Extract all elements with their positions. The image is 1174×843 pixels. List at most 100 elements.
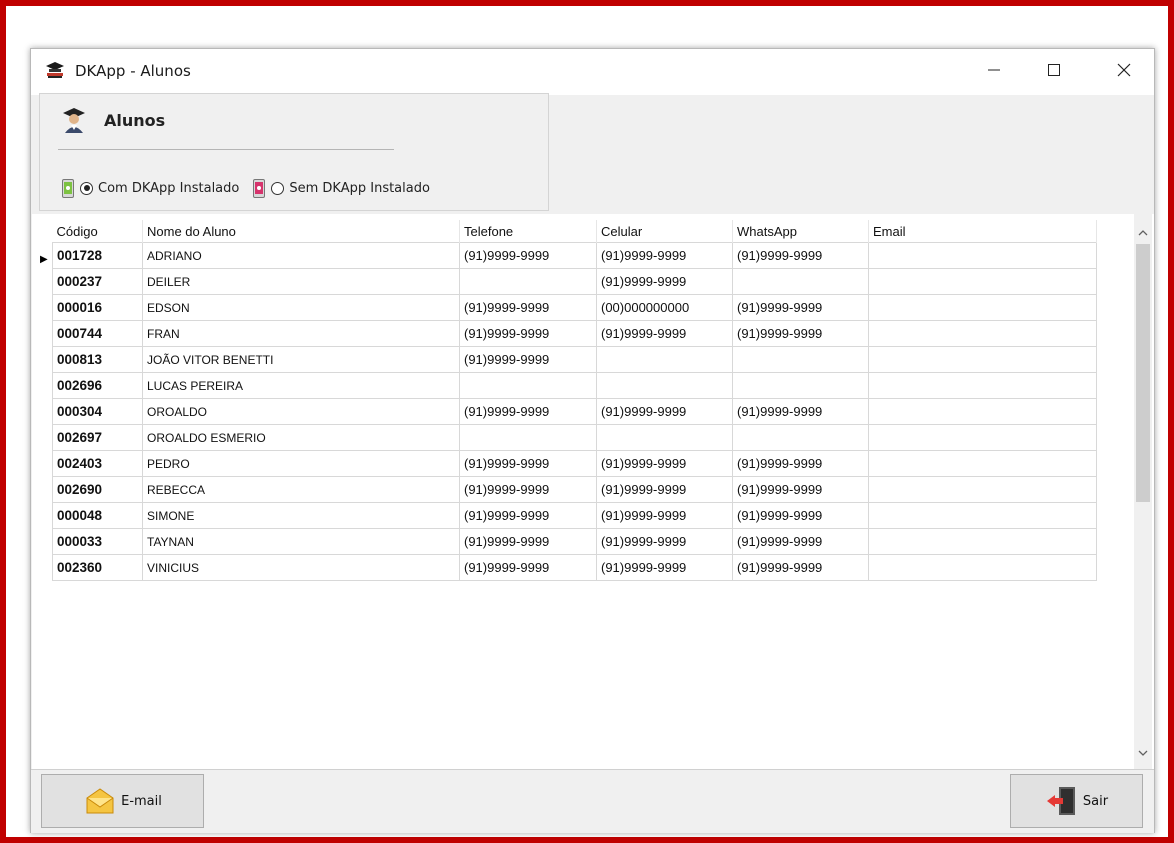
cell-nome[interactable]: LUCAS PEREIRA <box>142 372 460 399</box>
cell-nome[interactable]: ADRIANO <box>142 242 460 269</box>
cell-codigo[interactable]: 000237 <box>52 268 143 295</box>
cell-email[interactable] <box>868 502 1097 529</box>
cell-whatsapp[interactable] <box>732 424 869 451</box>
cell-whatsapp[interactable] <box>732 372 869 399</box>
cell-telefone[interactable]: (91)9999-9999 <box>459 476 597 503</box>
cell-nome[interactable]: EDSON <box>142 294 460 321</box>
minimize-button[interactable] <box>971 49 1017 91</box>
cell-email[interactable] <box>868 424 1097 451</box>
cell-email[interactable] <box>868 268 1097 295</box>
cell-email[interactable] <box>868 294 1097 321</box>
cell-telefone[interactable]: (91)9999-9999 <box>459 346 597 373</box>
cell-whatsapp[interactable]: (91)9999-9999 <box>732 502 869 529</box>
cell-email[interactable] <box>868 528 1097 555</box>
cell-codigo[interactable]: 001728 <box>52 242 143 269</box>
cell-whatsapp[interactable]: (91)9999-9999 <box>732 476 869 503</box>
radio-sem-dkapp[interactable] <box>271 181 285 195</box>
maximize-button[interactable] <box>1031 49 1077 91</box>
table-row[interactable]: 000016 EDSON (91)9999-9999 (00)000000000 (91… <box>52 294 1097 321</box>
radio-com-dkapp[interactable] <box>80 181 93 195</box>
title-bar[interactable]: DKApp - Alunos <box>31 49 1154 95</box>
exit-button[interactable]: Sair <box>1010 774 1143 828</box>
cell-telefone[interactable]: (91)9999-9999 <box>459 242 597 269</box>
cell-email[interactable] <box>868 320 1097 347</box>
cell-email[interactable] <box>868 476 1097 503</box>
cell-whatsapp[interactable] <box>732 268 869 295</box>
cell-celular[interactable]: (91)9999-9999 <box>596 242 733 269</box>
table-row[interactable]: 000237 DEILER (91)9999-9999 <box>52 268 1097 295</box>
close-button[interactable] <box>1101 49 1147 91</box>
cell-celular[interactable]: (91)9999-9999 <box>596 476 733 503</box>
cell-email[interactable] <box>868 346 1097 373</box>
students-grid[interactable]: ▶ Código Nome do Aluno Telefone Celular … <box>32 214 1154 769</box>
table-row[interactable]: 002697 OROALDO ESMERIO <box>52 424 1097 451</box>
cell-nome[interactable]: OROALDO ESMERIO <box>142 424 460 451</box>
cell-codigo[interactable]: 002690 <box>52 476 143 503</box>
cell-nome[interactable]: TAYNAN <box>142 528 460 555</box>
table-row[interactable]: 002690 REBECCA (91)9999-9999 (91)9999-9999(… <box>52 476 1097 503</box>
cell-whatsapp[interactable]: (91)9999-9999 <box>732 398 869 425</box>
scroll-up-button[interactable] <box>1134 224 1152 242</box>
cell-nome[interactable]: DEILER <box>142 268 460 295</box>
column-header-email[interactable]: Email <box>868 220 1097 243</box>
cell-nome[interactable]: SIMONE <box>142 502 460 529</box>
column-header-celular[interactable]: Celular <box>596 220 733 243</box>
cell-codigo[interactable]: 000016 <box>52 294 143 321</box>
table-row[interactable]: 000744 FRAN (91)9999-9999 (91)9999-9999 (91)… <box>52 320 1097 347</box>
cell-whatsapp[interactable]: (91)9999-9999 <box>732 294 869 321</box>
cell-celular[interactable]: (91)9999-9999 <box>596 502 733 529</box>
cell-celular[interactable] <box>596 424 733 451</box>
cell-codigo[interactable]: 000033 <box>52 528 143 555</box>
cell-celular[interactable]: (91)9999-9999 <box>596 320 733 347</box>
cell-celular[interactable]: (91)9999-9999 <box>596 398 733 425</box>
cell-telefone[interactable] <box>459 372 597 399</box>
table-row[interactable]: 002403 PEDRO (91)9999-9999 (91)9999-9999 (91… <box>52 450 1097 477</box>
cell-celular[interactable]: (91)9999-9999 <box>596 268 733 295</box>
cell-nome[interactable]: REBECCA <box>142 476 460 503</box>
column-header-nome[interactable]: Nome do Aluno <box>142 220 460 243</box>
cell-email[interactable] <box>868 398 1097 425</box>
table-row[interactable]: 002360 VINICIUS (91)9999-9999 (91)9999-9999… <box>52 554 1097 581</box>
table-row[interactable]: 000033 TAYNAN (91)9999-9999 (91)9999-9999 (9… <box>52 528 1097 555</box>
scroll-down-button[interactable] <box>1134 744 1152 762</box>
table-row[interactable]: 000304 OROALDO (91)9999-9999 (91)9999-9999(… <box>52 398 1097 425</box>
cell-telefone[interactable] <box>459 424 597 451</box>
cell-codigo[interactable]: 002696 <box>52 372 143 399</box>
cell-codigo[interactable]: 002360 <box>52 554 143 581</box>
cell-nome[interactable]: JOÃO VITOR BENETTI <box>142 346 460 373</box>
column-header-telefone[interactable]: Telefone <box>459 220 597 243</box>
cell-telefone[interactable]: (91)9999-9999 <box>459 320 597 347</box>
cell-codigo[interactable]: 000304 <box>52 398 143 425</box>
cell-celular[interactable]: (00)000000000 <box>596 294 733 321</box>
cell-telefone[interactable]: (91)9999-9999 <box>459 528 597 555</box>
cell-email[interactable] <box>868 372 1097 399</box>
cell-codigo[interactable]: 002403 <box>52 450 143 477</box>
radio-com-dkapp-label[interactable]: Com DKApp Instalado <box>98 181 239 196</box>
cell-nome[interactable]: OROALDO <box>142 398 460 425</box>
scrollbar-thumb[interactable] <box>1136 244 1150 502</box>
cell-celular[interactable]: (91)9999-9999 <box>596 528 733 555</box>
column-header-codigo[interactable]: Código <box>52 220 143 243</box>
cell-codigo[interactable]: 000813 <box>52 346 143 373</box>
cell-whatsapp[interactable] <box>732 346 869 373</box>
email-button[interactable]: E-mail <box>41 774 204 828</box>
table-row[interactable]: 000813 JOÃO VITOR BENETTI (91)9999-9999 <box>52 346 1097 373</box>
cell-whatsapp[interactable]: (91)9999-9999 <box>732 554 869 581</box>
vertical-scrollbar[interactable] <box>1134 214 1152 769</box>
cell-codigo[interactable]: 002697 <box>52 424 143 451</box>
radio-sem-dkapp-label[interactable]: Sem DKApp Instalado <box>289 181 430 196</box>
cell-celular[interactable] <box>596 346 733 373</box>
cell-nome[interactable]: VINICIUS <box>142 554 460 581</box>
cell-codigo[interactable]: 000048 <box>52 502 143 529</box>
cell-codigo[interactable]: 000744 <box>52 320 143 347</box>
cell-celular[interactable] <box>596 372 733 399</box>
cell-whatsapp[interactable]: (91)9999-9999 <box>732 242 869 269</box>
table-row[interactable]: 000048 SIMONE (91)9999-9999 (91)9999-9999 (9… <box>52 502 1097 529</box>
cell-whatsapp[interactable]: (91)9999-9999 <box>732 320 869 347</box>
cell-nome[interactable]: PEDRO <box>142 450 460 477</box>
cell-celular[interactable]: (91)9999-9999 <box>596 554 733 581</box>
cell-telefone[interactable]: (91)9999-9999 <box>459 294 597 321</box>
cell-celular[interactable]: (91)9999-9999 <box>596 450 733 477</box>
cell-telefone[interactable]: (91)9999-9999 <box>459 502 597 529</box>
column-header-whatsapp[interactable]: WhatsApp <box>732 220 869 243</box>
